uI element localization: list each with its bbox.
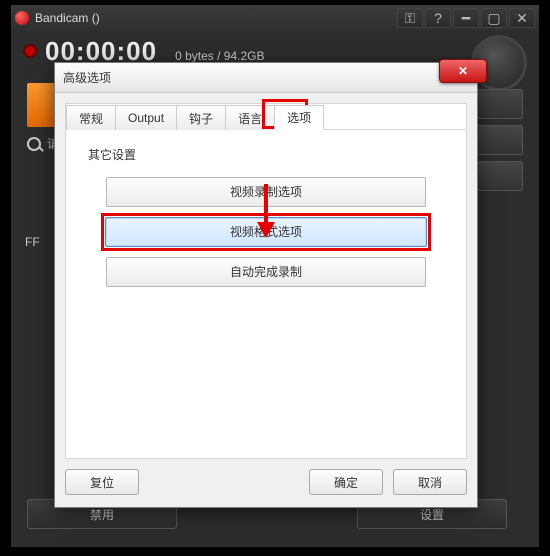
main-titlebar: Bandicam () ⚿ ? ━ ▢ ✕	[11, 5, 539, 31]
bandicam-logo-icon	[15, 11, 29, 25]
dialog-footer: 复位 确定 取消	[65, 467, 467, 497]
maximize-icon[interactable]: ▢	[481, 8, 507, 28]
tab-bar: 常规 Output 钩子 语言 选项	[66, 104, 466, 130]
help-icon[interactable]: ?	[425, 8, 451, 28]
video-recording-options-button[interactable]: 视频录制选项	[106, 177, 426, 207]
tab-hook[interactable]: 钩子	[176, 105, 226, 130]
fps-label: FF	[25, 235, 40, 249]
group-label-other-settings: 其它设置	[88, 146, 444, 163]
minimize-icon[interactable]: ━	[453, 8, 479, 28]
video-format-options-button[interactable]: 视频格式选项	[105, 217, 427, 247]
key-icon[interactable]: ⚿	[397, 8, 423, 28]
cancel-button[interactable]: 取消	[393, 469, 467, 495]
tab-general[interactable]: 常规	[66, 105, 116, 130]
tab-options[interactable]: 选项	[274, 105, 324, 130]
search-icon	[27, 137, 41, 151]
main-title: Bandicam ()	[35, 11, 100, 25]
annotation-highlight-format-button: 视频格式选项	[101, 213, 431, 251]
advanced-options-dialog: 高级选项 ✕ 常规 Output 钩子 语言 选项 其它设置 视频录制选项 视频…	[54, 62, 478, 508]
tab-language[interactable]: 语言	[225, 105, 275, 130]
extra-button-1[interactable]	[477, 125, 523, 155]
close-icon: ✕	[458, 64, 468, 78]
auto-complete-recording-button[interactable]: 自动完成录制	[106, 257, 426, 287]
storage-text: 0 bytes / 94.2GB	[175, 49, 264, 63]
extra-button-2[interactable]	[477, 161, 523, 191]
dialog-titlebar: 高级选项 ✕	[55, 63, 477, 93]
options-panel: 其它设置 视频录制选项 视频格式选项 自动完成录制	[66, 130, 466, 309]
dialog-close-button[interactable]: ✕	[439, 59, 487, 83]
close-main-icon[interactable]: ✕	[509, 8, 535, 28]
right-button-group	[477, 89, 523, 191]
dialog-title: 高级选项	[63, 69, 111, 86]
tab-output[interactable]: Output	[115, 105, 177, 130]
record-indicator-icon	[23, 44, 37, 58]
reset-button[interactable]: 复位	[65, 469, 139, 495]
ok-button[interactable]: 确定	[309, 469, 383, 495]
dialog-body: 常规 Output 钩子 语言 选项 其它设置 视频录制选项 视频格式选项 自动…	[65, 103, 467, 459]
pause-button[interactable]	[477, 89, 523, 119]
